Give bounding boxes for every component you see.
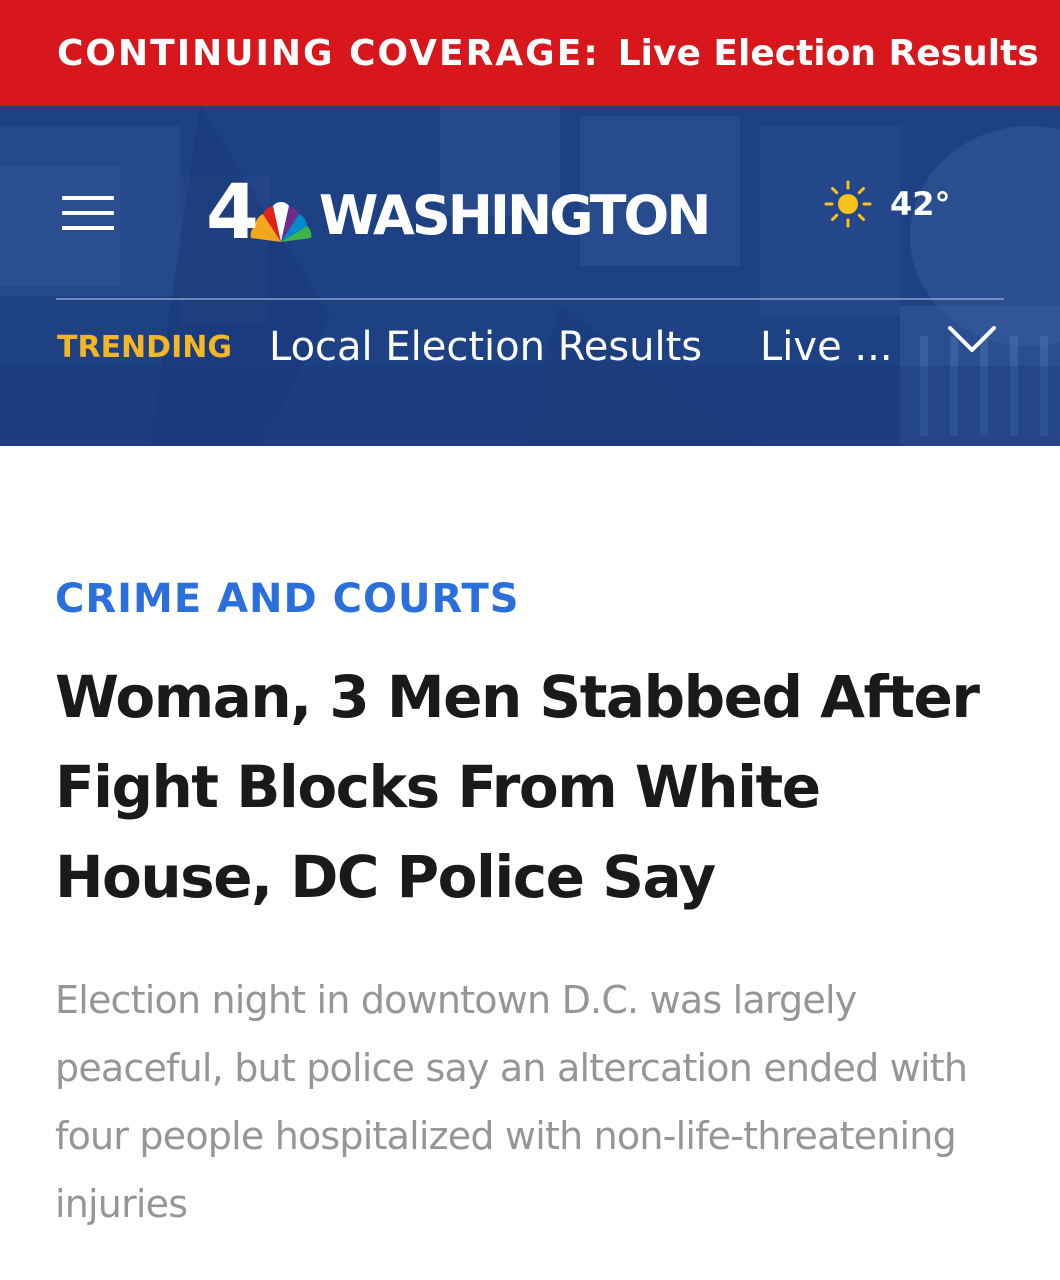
continuing-coverage-banner[interactable]: CONTINUING COVERAGE: Live Election Result… [0, 0, 1060, 106]
logo-channel-number: 4 [206, 167, 259, 256]
chevron-down-icon[interactable] [946, 324, 998, 356]
logo-station-name: WASHINGTON [318, 184, 712, 247]
weather-temperature: 42° [890, 185, 951, 223]
menu-line [62, 226, 114, 230]
weather-widget[interactable]: 42° [824, 178, 951, 230]
trending-item-live[interactable]: Live ... [760, 322, 893, 372]
alert-separator: : [583, 32, 598, 74]
trending-item-local-election-results[interactable]: Local Election Results [269, 322, 702, 372]
trending-label: TRENDING [57, 330, 232, 365]
live-election-results-link[interactable]: Live Election Results [618, 33, 1039, 74]
nbc4-washington-logo[interactable]: 4 WASHINGTON [206, 166, 736, 256]
alert-prefix: CONTINUING COVERAGE [57, 32, 584, 74]
site-header: 4 WASHINGTON 42° TRENDING Local Election… [0, 106, 1060, 446]
city-skyline-background [0, 106, 1060, 446]
menu-line [62, 196, 114, 200]
article-headline: Woman, 3 Men Stabbed After Fight Blocks … [55, 663, 980, 911]
nbc-peacock-icon [250, 202, 312, 242]
header-divider [56, 298, 1004, 300]
hamburger-menu-icon[interactable] [62, 196, 114, 230]
article-category[interactable]: CRIME AND COURTS [55, 576, 520, 622]
menu-line [62, 211, 114, 215]
sun-icon [824, 180, 872, 228]
article-summary: Election night in downtown D.C. was larg… [55, 978, 968, 1226]
article: CRIME AND COURTS Woman, 3 Men Stabbed Af… [0, 446, 1060, 1280]
